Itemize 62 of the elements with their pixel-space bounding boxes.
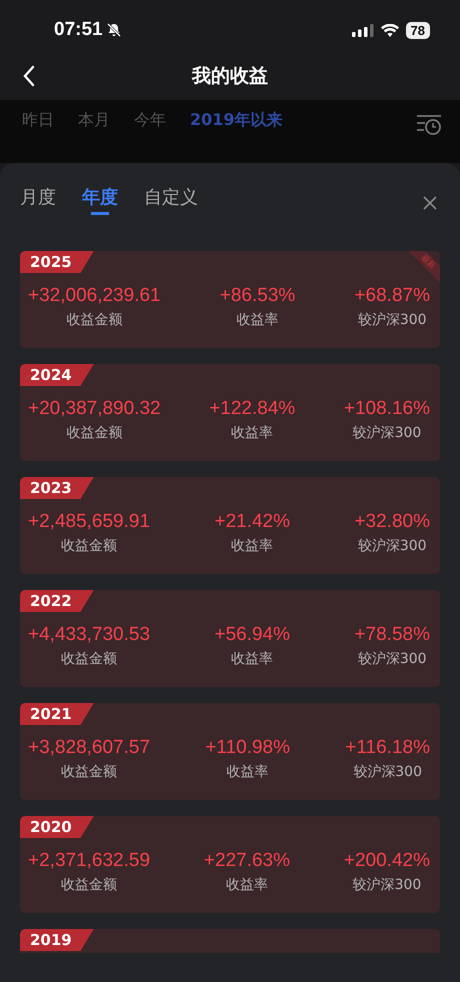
metric-label: 收益率 bbox=[231, 537, 274, 555]
metric-label: 收益金额 bbox=[66, 311, 122, 329]
benchmark-excess: +116.18% bbox=[345, 737, 430, 759]
year-card[interactable]: 2019 bbox=[20, 929, 440, 953]
benchmark-excess: +68.87% bbox=[354, 285, 430, 307]
return-rate: +122.84% bbox=[209, 398, 296, 420]
return-rate: +56.94% bbox=[214, 624, 290, 646]
benchmark-excess: +32.80% bbox=[354, 511, 430, 533]
return-rate: +227.63% bbox=[204, 850, 290, 872]
metric-label: 较沪深300 bbox=[358, 537, 427, 555]
metric-label: 收益率 bbox=[226, 763, 269, 781]
back-icon[interactable] bbox=[22, 65, 36, 87]
benchmark-excess: +108.16% bbox=[344, 398, 430, 420]
battery-indicator: 78 bbox=[406, 22, 430, 38]
metric-label: 收益金额 bbox=[61, 537, 118, 555]
year-card[interactable]: 2020 +2,371,632.59 收益金额 +227.63% 收益率 +200.42% 较沪深300 bbox=[20, 816, 440, 913]
year-card[interactable]: 2024 +20,387,890.32 收益金额 +122.84% 收益率 +108.16% 较沪深300 bbox=[20, 364, 440, 461]
year-badge: 2019 bbox=[20, 929, 94, 951]
signal-icon bbox=[352, 24, 374, 36]
return-rate: +86.53% bbox=[220, 285, 296, 307]
metric-label: 较沪深300 bbox=[352, 876, 422, 894]
metric-label: 较沪深300 bbox=[353, 763, 422, 781]
metric-label: 较沪深300 bbox=[352, 424, 422, 442]
status-time: 07:51 bbox=[54, 19, 103, 41]
metric-label: 收益率 bbox=[231, 424, 274, 442]
metric-label: 收益金额 bbox=[61, 650, 118, 668]
wifi-icon bbox=[380, 24, 399, 36]
range-tab[interactable]: 月度 bbox=[20, 185, 56, 215]
metric-label: 收益率 bbox=[231, 650, 274, 668]
range-tab[interactable]: 年度 bbox=[82, 185, 118, 218]
return-rate: +110.98% bbox=[205, 737, 290, 759]
year-card[interactable]: 2022 +4,433,730.53 收益金额 +56.94% 收益率 +78.58% 较沪深300 bbox=[20, 590, 440, 687]
profit-amount: +2,371,632.59 bbox=[28, 850, 150, 872]
metric-label: 收益金额 bbox=[61, 763, 118, 781]
metric-label: 收益金额 bbox=[61, 876, 118, 894]
profit-amount: +32,006,239.61 bbox=[28, 285, 161, 307]
year-badge: 2025 bbox=[20, 251, 94, 273]
year-badge: 2021 bbox=[20, 703, 94, 725]
metric-label: 收益金额 bbox=[66, 424, 122, 442]
year-badge: 2022 bbox=[20, 590, 94, 612]
metric-label: 收益率 bbox=[226, 876, 268, 894]
profit-amount: +3,828,607.57 bbox=[28, 737, 150, 759]
year-badge: 2024 bbox=[20, 364, 94, 386]
metric-label: 较沪深300 bbox=[358, 311, 427, 329]
year-card[interactable]: 2021 +3,828,607.57 收益金额 +110.98% 收益率 +116.18% 较沪深300 bbox=[20, 703, 440, 800]
history-filter-icon[interactable] bbox=[416, 114, 442, 136]
metric-label: 收益率 bbox=[236, 311, 279, 329]
profit-amount: +2,485,659.91 bbox=[28, 511, 150, 533]
year-card[interactable]: 2023 +2,485,659.91 收益金额 +21.42% 收益率 +32.80% 较沪深300 bbox=[20, 477, 440, 574]
profit-amount: +20,387,890.32 bbox=[28, 398, 161, 420]
return-rate: +21.42% bbox=[214, 511, 290, 533]
year-badge: 2020 bbox=[20, 816, 94, 838]
muted-bell-icon bbox=[106, 22, 122, 38]
metric-label: 较沪深300 bbox=[358, 650, 427, 668]
close-icon[interactable] bbox=[422, 195, 438, 211]
profit-amount: +4,433,730.53 bbox=[28, 624, 150, 646]
benchmark-excess: +78.58% bbox=[354, 624, 430, 646]
benchmark-excess: +200.42% bbox=[344, 850, 430, 872]
range-tab[interactable]: 自定义 bbox=[144, 185, 198, 215]
year-badge: 2023 bbox=[20, 477, 94, 499]
year-card[interactable]: 2025 最新 +32,006,239.61 收益金额 +86.53% 收益率 +68.87% 较沪深300 bbox=[20, 251, 440, 348]
page-title: 我的收益 bbox=[192, 64, 268, 89]
